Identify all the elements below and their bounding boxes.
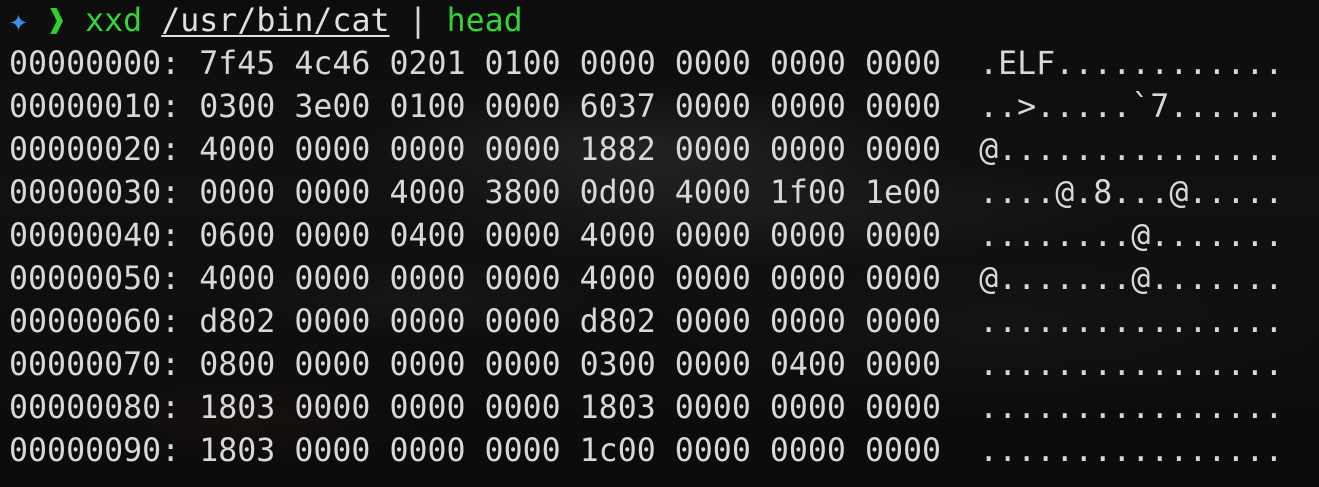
hexdump-ascii: ................ [979, 433, 1284, 469]
hexdump-offset: 00000000: [9, 46, 181, 82]
hexdump-ascii: @.......@....... [979, 261, 1284, 297]
terminal-output: ✦ ❱ xxd /usr/bin/cat | head 00000000: 7f… [9, 0, 1283, 473]
hexdump-row: 00000000: 7f45 4c46 0201 0100 0000 0000 … [9, 43, 1283, 86]
hexdump-bytes: 0800 0000 0000 0000 0300 0000 0400 0000 [199, 347, 942, 383]
command-path-argument: /usr/bin/cat [161, 3, 390, 39]
hexdump-row: 00000040: 0600 0000 0400 0000 4000 0000 … [9, 215, 1283, 258]
hexdump-row: 00000080: 1803 0000 0000 0000 1803 0000 … [9, 387, 1283, 430]
hexdump-offset: 00000040: [9, 218, 181, 254]
hexdump-offset: 00000050: [9, 261, 181, 297]
hexdump-bytes: 0600 0000 0400 0000 4000 0000 0000 0000 [199, 218, 942, 254]
hexdump-row: 00000090: 1803 0000 0000 0000 1c00 0000 … [9, 430, 1283, 473]
hexdump-bytes: 0300 3e00 0100 0000 6037 0000 0000 0000 [199, 89, 942, 125]
hexdump-bytes: 0000 0000 4000 3800 0d00 4000 1f00 1e00 [199, 175, 942, 211]
pipe-operator: | [408, 3, 428, 39]
hexdump-offset: 00000010: [9, 89, 181, 125]
prompt-arrow-icon: ❱ [47, 3, 67, 39]
terminal-window[interactable]: ✦ ❱ xxd /usr/bin/cat | head 00000000: 7f… [0, 0, 1319, 487]
hexdump-ascii: ........@....... [979, 218, 1284, 254]
hexdump-ascii: ..>.....`7...... [979, 89, 1284, 125]
hexdump-bytes: 1803 0000 0000 0000 1c00 0000 0000 0000 [199, 433, 942, 469]
sparkle-icon: ✦ [9, 3, 29, 39]
hexdump-bytes: 1803 0000 0000 0000 1803 0000 0000 0000 [199, 390, 942, 426]
hexdump-ascii: ................ [979, 390, 1284, 426]
hexdump-bytes: 4000 0000 0000 0000 1882 0000 0000 0000 [199, 132, 942, 168]
hexdump-bytes: 7f45 4c46 0201 0100 0000 0000 0000 0000 [199, 46, 942, 82]
command-name: xxd [85, 3, 143, 39]
hexdump-row: 00000060: d802 0000 0000 0000 d802 0000 … [9, 301, 1283, 344]
hexdump-row: 00000010: 0300 3e00 0100 0000 6037 0000 … [9, 86, 1283, 129]
hexdump-bytes: 4000 0000 0000 0000 4000 0000 0000 0000 [199, 261, 942, 297]
command-prompt-line: ✦ ❱ xxd /usr/bin/cat | head [9, 0, 1283, 43]
hexdump-offset: 00000030: [9, 175, 181, 211]
piped-command-name: head [446, 3, 523, 39]
hexdump-row: 00000070: 0800 0000 0000 0000 0300 0000 … [9, 344, 1283, 387]
hexdump-row: 00000030: 0000 0000 4000 3800 0d00 4000 … [9, 172, 1283, 215]
hexdump-ascii: ................ [979, 304, 1284, 340]
hexdump-row: 00000020: 4000 0000 0000 0000 1882 0000 … [9, 129, 1283, 172]
hexdump-offset: 00000080: [9, 390, 181, 426]
hexdump-ascii: ................ [979, 347, 1284, 383]
hexdump-ascii: .ELF............ [979, 46, 1284, 82]
hexdump-offset: 00000020: [9, 132, 181, 168]
hexdump-bytes: d802 0000 0000 0000 d802 0000 0000 0000 [199, 304, 942, 340]
hexdump-ascii: @............... [979, 132, 1284, 168]
hexdump-offset: 00000070: [9, 347, 181, 383]
hexdump-offset: 00000090: [9, 433, 181, 469]
hexdump-offset: 00000060: [9, 304, 181, 340]
hexdump-output: 00000000: 7f45 4c46 0201 0100 0000 0000 … [9, 43, 1283, 473]
hexdump-ascii: ....@.8...@..... [979, 175, 1284, 211]
hexdump-row: 00000050: 4000 0000 0000 0000 4000 0000 … [9, 258, 1283, 301]
